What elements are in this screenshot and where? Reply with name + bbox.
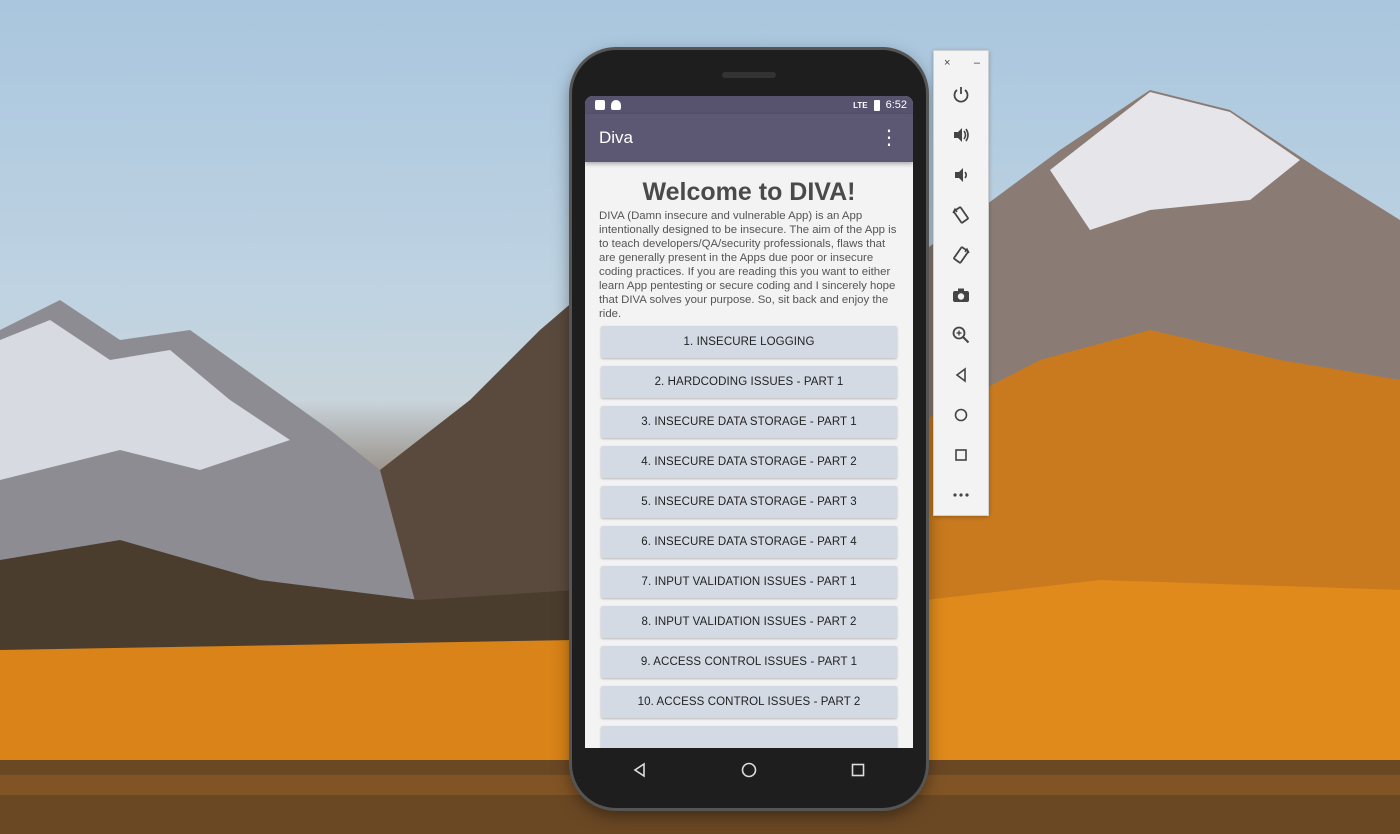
overflow-menu-icon[interactable]: ⋮: [875, 128, 903, 148]
power-icon[interactable]: [934, 75, 988, 115]
rotate-left-icon[interactable]: [934, 195, 988, 235]
android-nav-bar: [585, 748, 913, 792]
nav-home-icon[interactable]: [729, 750, 769, 790]
challenge-button-7[interactable]: 7. INPUT VALIDATION ISSUES - PART 1: [601, 566, 897, 598]
camera-icon[interactable]: [934, 275, 988, 315]
challenge-button-4[interactable]: 4. INSECURE DATA STORAGE - PART 2: [601, 446, 897, 478]
volume-up-icon[interactable]: [934, 115, 988, 155]
more-icon[interactable]: [934, 475, 988, 515]
battery-icon: [873, 99, 880, 111]
close-icon[interactable]: ×: [944, 57, 950, 75]
network-type: LTE: [853, 100, 868, 110]
challenge-button-1[interactable]: 1. INSECURE LOGGING: [601, 326, 897, 358]
back-icon[interactable]: [934, 355, 988, 395]
phone-screen: LTE 6:52 Diva ⋮ Welcome to DIVA! DIVA (D…: [585, 96, 913, 748]
challenge-button-8[interactable]: 8. INPUT VALIDATION ISSUES - PART 2: [601, 606, 897, 638]
emulator-toolbar: × –: [933, 50, 989, 516]
minimize-icon[interactable]: –: [974, 57, 980, 75]
challenge-button-11-partial[interactable]: [601, 726, 897, 748]
challenge-button-3[interactable]: 3. INSECURE DATA STORAGE - PART 1: [601, 406, 897, 438]
volume-down-icon[interactable]: [934, 155, 988, 195]
overview-icon[interactable]: [934, 435, 988, 475]
welcome-text: DIVA (Damn insecure and vulnerable App) …: [599, 210, 897, 320]
android-debug-icon: [611, 100, 621, 110]
challenge-button-6[interactable]: 6. INSECURE DATA STORAGE - PART 4: [601, 526, 897, 558]
status-bar: LTE 6:52: [585, 96, 913, 114]
welcome-heading: Welcome to DIVA!: [642, 178, 856, 206]
challenge-button-10[interactable]: 10. ACCESS CONTROL ISSUES - PART 2: [601, 686, 897, 718]
toolbar-window-controls: × –: [934, 51, 988, 75]
sd-card-icon: [595, 100, 605, 110]
challenge-button-2[interactable]: 2. HARDCODING ISSUES - PART 1: [601, 366, 897, 398]
rotate-right-icon[interactable]: [934, 235, 988, 275]
challenge-button-5[interactable]: 5. INSECURE DATA STORAGE - PART 3: [601, 486, 897, 518]
zoom-icon[interactable]: [934, 315, 988, 355]
status-time: 6:52: [885, 99, 907, 111]
app-bar: Diva ⋮: [585, 114, 913, 162]
nav-back-icon[interactable]: [620, 750, 660, 790]
challenge-button-9[interactable]: 9. ACCESS CONTROL ISSUES - PART 1: [601, 646, 897, 678]
phone-speaker: [722, 72, 776, 78]
nav-overview-icon[interactable]: [838, 750, 878, 790]
app-title: Diva: [599, 128, 634, 147]
home-icon[interactable]: [934, 395, 988, 435]
android-phone-frame: LTE 6:52 Diva ⋮ Welcome to DIVA! DIVA (D…: [572, 50, 926, 808]
main-content[interactable]: Welcome to DIVA! DIVA (Damn insecure and…: [585, 162, 913, 748]
